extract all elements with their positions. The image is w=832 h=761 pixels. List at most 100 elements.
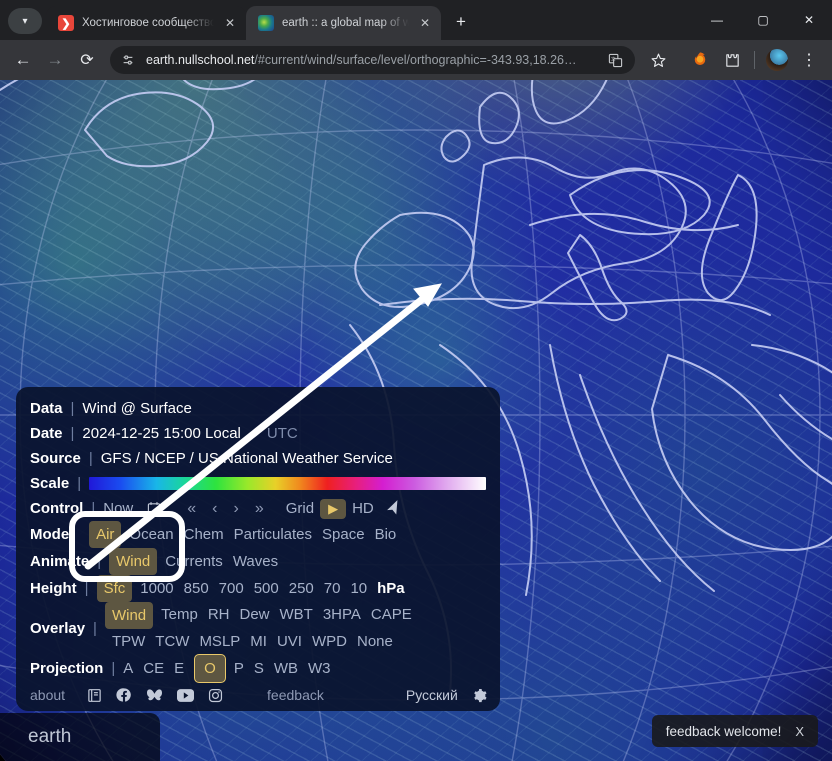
mode-option-particulates[interactable]: Particulates — [234, 522, 312, 547]
projection-option-p[interactable]: P — [234, 656, 244, 681]
height-option-250[interactable]: 250 — [289, 576, 314, 601]
projection-option-a[interactable]: A — [123, 656, 133, 681]
overlay-option-mi[interactable]: MI — [250, 629, 267, 654]
tab-search-button[interactable]: ▾ — [8, 8, 42, 34]
height-option-sfc[interactable]: Sfc — [96, 575, 133, 602]
toast-close-icon[interactable]: X — [795, 724, 804, 739]
locate-icon[interactable] — [384, 499, 403, 518]
overlay-option-none[interactable]: None — [357, 629, 393, 654]
svg-text:文: 文 — [610, 55, 615, 62]
minimize-button[interactable]: — — [694, 0, 740, 40]
overlay-option-temp[interactable]: Temp — [161, 602, 198, 629]
grid-button[interactable]: Grid — [286, 496, 314, 521]
new-tab-button[interactable]: + — [447, 8, 475, 36]
color-scale-bar[interactable] — [89, 477, 486, 490]
browser-tab-2[interactable]: earth :: a global map of wind, w ✕ — [246, 6, 441, 40]
projection-option-o[interactable]: O — [194, 654, 226, 683]
projection-option-s[interactable]: S — [254, 656, 264, 681]
translate-icon[interactable]: 文 — [605, 45, 625, 75]
height-option-700[interactable]: 700 — [219, 576, 244, 601]
height-option-850[interactable]: 850 — [184, 576, 209, 601]
firefox-icon[interactable] — [685, 45, 715, 75]
overlay-option-dew[interactable]: Dew — [240, 602, 270, 629]
overlay-option-wpd[interactable]: WPD — [312, 629, 347, 654]
projection-option-ce[interactable]: CE — [143, 656, 164, 681]
forward-icon[interactable]: → — [40, 45, 70, 75]
height-option-10[interactable]: 10 — [350, 576, 367, 601]
projection-option-e[interactable]: E — [174, 656, 184, 681]
bookmark-star-icon[interactable] — [643, 45, 673, 75]
overlay-row: Overlay | Wind Temp RH Dew WBT 3HPA CAPE… — [30, 602, 486, 654]
projection-option-w3[interactable]: W3 — [308, 656, 331, 681]
earth-nullschool-page: Data | Wind @ Surface Date | 2024-12-25 … — [0, 80, 832, 761]
overlay-options-row-1: Wind Temp RH Dew WBT 3HPA CAPE — [104, 602, 412, 629]
prev-button[interactable]: ‹ — [204, 496, 225, 521]
divider: | — [91, 500, 96, 517]
overlay-option-tcw[interactable]: TCW — [155, 629, 189, 654]
bluesky-butterfly-icon[interactable] — [146, 688, 163, 703]
now-button[interactable]: Now — [103, 496, 133, 521]
maximize-button[interactable]: ▢ — [740, 0, 786, 40]
close-window-button[interactable]: ✕ — [786, 0, 832, 40]
height-option-1000[interactable]: 1000 — [140, 576, 173, 601]
tab-close-button[interactable]: ✕ — [222, 15, 238, 31]
scale-label: Scale — [30, 475, 70, 492]
earth-icon — [258, 15, 274, 31]
utc-toggle[interactable]: UTC — [267, 421, 298, 446]
overlay-option-cape[interactable]: CAPE — [371, 602, 412, 629]
youtube-icon[interactable] — [177, 688, 195, 702]
instagram-icon[interactable] — [208, 688, 223, 703]
scale-row: Scale | — [30, 471, 486, 496]
tab-close-button[interactable]: ✕ — [417, 15, 433, 31]
overlay-option-3hpa[interactable]: 3HPA — [323, 602, 361, 629]
mode-option-chem[interactable]: Chem — [184, 522, 224, 547]
overlay-option-tpw[interactable]: TPW — [112, 629, 145, 654]
height-label: Height — [30, 580, 77, 597]
next-fast-button[interactable]: » — [247, 496, 272, 521]
prev-fast-button[interactable]: « — [179, 496, 204, 521]
journal-icon[interactable] — [87, 688, 102, 703]
about-link[interactable]: about — [30, 687, 65, 703]
overlay-option-rh[interactable]: RH — [208, 602, 230, 629]
mode-option-air[interactable]: Air — [89, 521, 122, 548]
tab-title: earth :: a global map of wind, w — [282, 17, 409, 29]
animate-option-wind[interactable]: Wind — [109, 548, 158, 575]
overlay-option-uvi[interactable]: UVI — [277, 629, 302, 654]
projection-option-wb[interactable]: WB — [274, 656, 298, 681]
url-text: earth.nullschool.net/#current/wind/surfa… — [146, 53, 597, 67]
source-value[interactable]: GFS / NCEP / US National Weather Service — [101, 446, 393, 471]
mode-option-space[interactable]: Space — [322, 522, 365, 547]
extensions-icon[interactable] — [717, 45, 747, 75]
profile-avatar[interactable] — [762, 45, 792, 75]
mode-row: Mode | Air Ocean Chem Particulates Space… — [30, 521, 486, 548]
reload-icon[interactable]: ⟳ — [72, 45, 102, 75]
date-value[interactable]: 2024-12-25 15:00 Local — [82, 421, 240, 446]
mode-option-ocean[interactable]: Ocean — [129, 522, 173, 547]
height-option-70[interactable]: 70 — [324, 576, 341, 601]
height-option-500[interactable]: 500 — [254, 576, 279, 601]
animate-row: Animate | Wind Currents Waves — [30, 548, 486, 575]
animate-option-waves[interactable]: Waves — [233, 549, 278, 574]
hd-button[interactable]: HD — [352, 496, 374, 521]
language-link[interactable]: Русский — [406, 687, 458, 703]
data-label: Data — [30, 400, 63, 417]
mode-option-bio[interactable]: Bio — [375, 522, 397, 547]
browser-window: ▾ ❯ Хостинговое сообщество «Tim ✕ earth … — [0, 0, 832, 761]
earth-logo[interactable]: earth — [0, 713, 160, 761]
tab-title: Хостинговое сообщество «Tim — [82, 17, 214, 29]
browser-menu-icon[interactable]: ⋮ — [794, 45, 824, 75]
overlay-option-wbt[interactable]: WBT — [280, 602, 313, 629]
browser-tab-1[interactable]: ❯ Хостинговое сообщество «Tim ✕ — [46, 6, 246, 40]
gear-icon[interactable] — [472, 688, 487, 703]
facebook-icon[interactable] — [116, 687, 132, 703]
back-icon[interactable]: ← — [8, 45, 38, 75]
feedback-link[interactable]: feedback — [267, 687, 324, 703]
play-button[interactable]: ▶ — [320, 498, 347, 519]
address-bar[interactable]: earth.nullschool.net/#current/wind/surfa… — [110, 46, 635, 74]
overlay-option-mslp[interactable]: MSLP — [199, 629, 240, 654]
site-info-icon[interactable] — [118, 50, 138, 70]
overlay-option-wind[interactable]: Wind — [104, 602, 154, 629]
animate-option-currents[interactable]: Currents — [165, 549, 223, 574]
next-button[interactable]: › — [225, 496, 246, 521]
calendar-icon[interactable] — [147, 501, 161, 516]
